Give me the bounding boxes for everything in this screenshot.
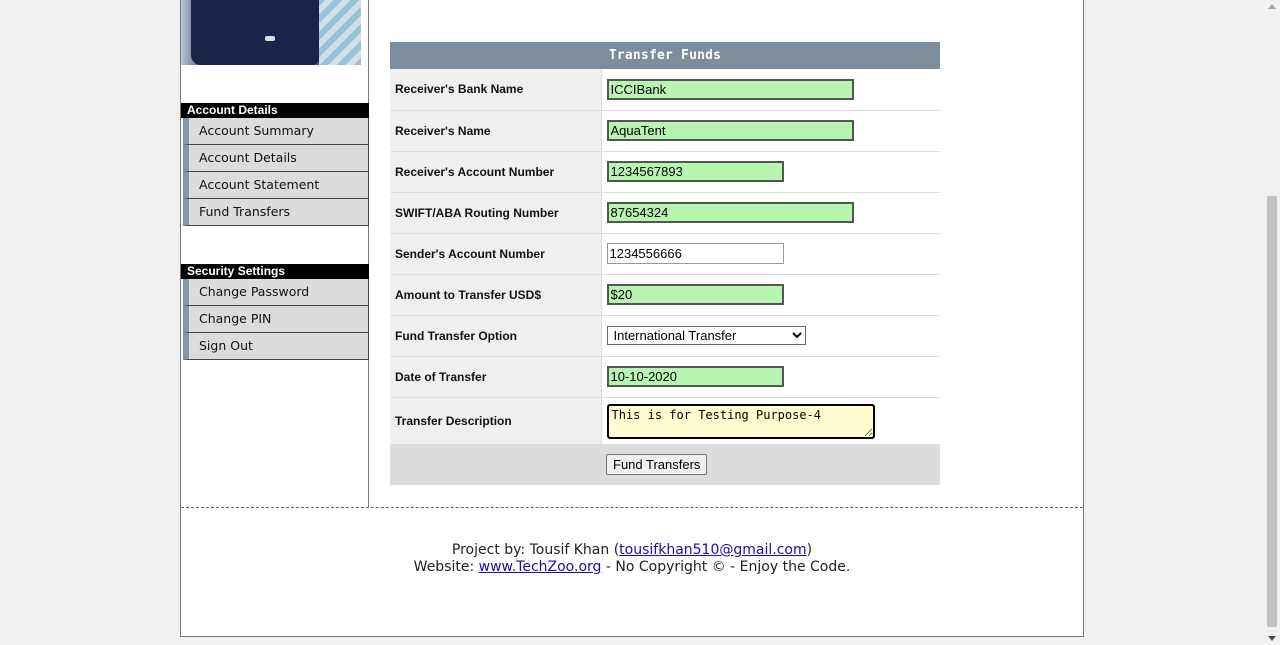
sender-account-label: Sender's Account Number [390, 233, 602, 275]
menu-item-change-password[interactable]: Change Password [183, 279, 369, 306]
date-label: Date of Transfer [390, 356, 602, 398]
page-footer: Project by: Tousif Khan (tousifkhan510@g… [181, 507, 1083, 576]
transfer-funds-form: Transfer Funds Receiver's Bank Name Rece… [390, 42, 940, 485]
menu-item-fund-transfers[interactable]: Fund Transfers [183, 199, 369, 226]
transfer-option-label: Fund Transfer Option [390, 315, 602, 357]
left-sidebar: Account Details Account Summary Account … [181, 0, 369, 507]
menu-item-sign-out[interactable]: Sign Out [183, 333, 369, 360]
footer-project-prefix: Project by: Tousif Khan ( [451, 542, 620, 558]
menu-item-account-statement[interactable]: Account Statement [183, 172, 369, 199]
receiver-name-label: Receiver's Name [390, 110, 602, 152]
security-menu-title: Security Settings [181, 264, 369, 279]
form-row-sender-account: Sender's Account Number [390, 233, 940, 275]
footer-email-link[interactable]: tousifkhan510@gmail.com [619, 542, 806, 558]
sender-account-input[interactable] [606, 243, 784, 264]
account-menu: Account Details Account Summary Account … [181, 103, 369, 226]
account-menu-title: Account Details [181, 103, 369, 118]
form-row-description: Transfer Description This is for Testing… [390, 397, 940, 445]
menu-item-account-summary[interactable]: Account Summary [183, 118, 369, 145]
form-row-submit: Fund Transfers [390, 444, 940, 485]
page-container: Account Details Account Summary Account … [180, 0, 1084, 637]
receiver-name-input[interactable] [606, 120, 854, 141]
footer-website-link[interactable]: www.TechZoo.org [479, 559, 602, 575]
security-menu: Security Settings Change Password Change… [181, 264, 369, 360]
form-row-receiver-name: Receiver's Name [390, 110, 940, 152]
description-textarea[interactable]: This is for Testing Purpose-4 [606, 404, 875, 439]
fund-transfers-button[interactable]: Fund Transfers [606, 454, 708, 476]
date-input[interactable] [606, 366, 784, 387]
bank-name-label: Receiver's Bank Name [390, 69, 602, 111]
scroll-down-icon[interactable] [1268, 636, 1276, 641]
scroll-up-icon[interactable] [1268, 4, 1276, 9]
form-row-receiver-account: Receiver's Account Number [390, 151, 940, 193]
form-row-bank-name: Receiver's Bank Name [390, 69, 940, 111]
routing-number-input[interactable] [606, 202, 854, 223]
description-label: Transfer Description [390, 397, 602, 445]
routing-number-label: SWIFT/ABA Routing Number [390, 192, 602, 234]
bank-name-input[interactable] [606, 78, 854, 100]
form-row-date: Date of Transfer [390, 356, 940, 398]
vertical-scrollbar[interactable] [1264, 0, 1280, 645]
scrollbar-thumb[interactable] [1267, 196, 1277, 627]
amount-label: Amount to Transfer USD$ [390, 274, 602, 316]
form-title: Transfer Funds [390, 42, 940, 69]
footer-website-suffix: - No Copyright © - Enjoy the Code. [601, 559, 851, 575]
transfer-option-select[interactable]: International Transfer [606, 326, 806, 345]
amount-input[interactable] [606, 284, 784, 305]
menu-item-account-details[interactable]: Account Details [183, 145, 369, 172]
receiver-account-label: Receiver's Account Number [390, 151, 602, 193]
form-row-transfer-option: Fund Transfer Option International Trans… [390, 315, 940, 357]
footer-project-line: Project by: Tousif Khan (tousifkhan510@g… [181, 542, 1083, 559]
profile-photo [181, 0, 361, 65]
form-row-routing: SWIFT/ABA Routing Number [390, 192, 940, 234]
form-row-amount: Amount to Transfer USD$ [390, 274, 940, 316]
footer-website-prefix: Website: [413, 559, 479, 575]
receiver-account-input[interactable] [606, 161, 784, 182]
footer-project-suffix: ) [806, 542, 813, 558]
menu-item-change-pin[interactable]: Change PIN [183, 306, 369, 333]
transfer-form-container: Transfer Funds Receiver's Bank Name Rece… [390, 42, 940, 485]
footer-website-line: Website: www.TechZoo.org - No Copyright … [181, 559, 1083, 576]
